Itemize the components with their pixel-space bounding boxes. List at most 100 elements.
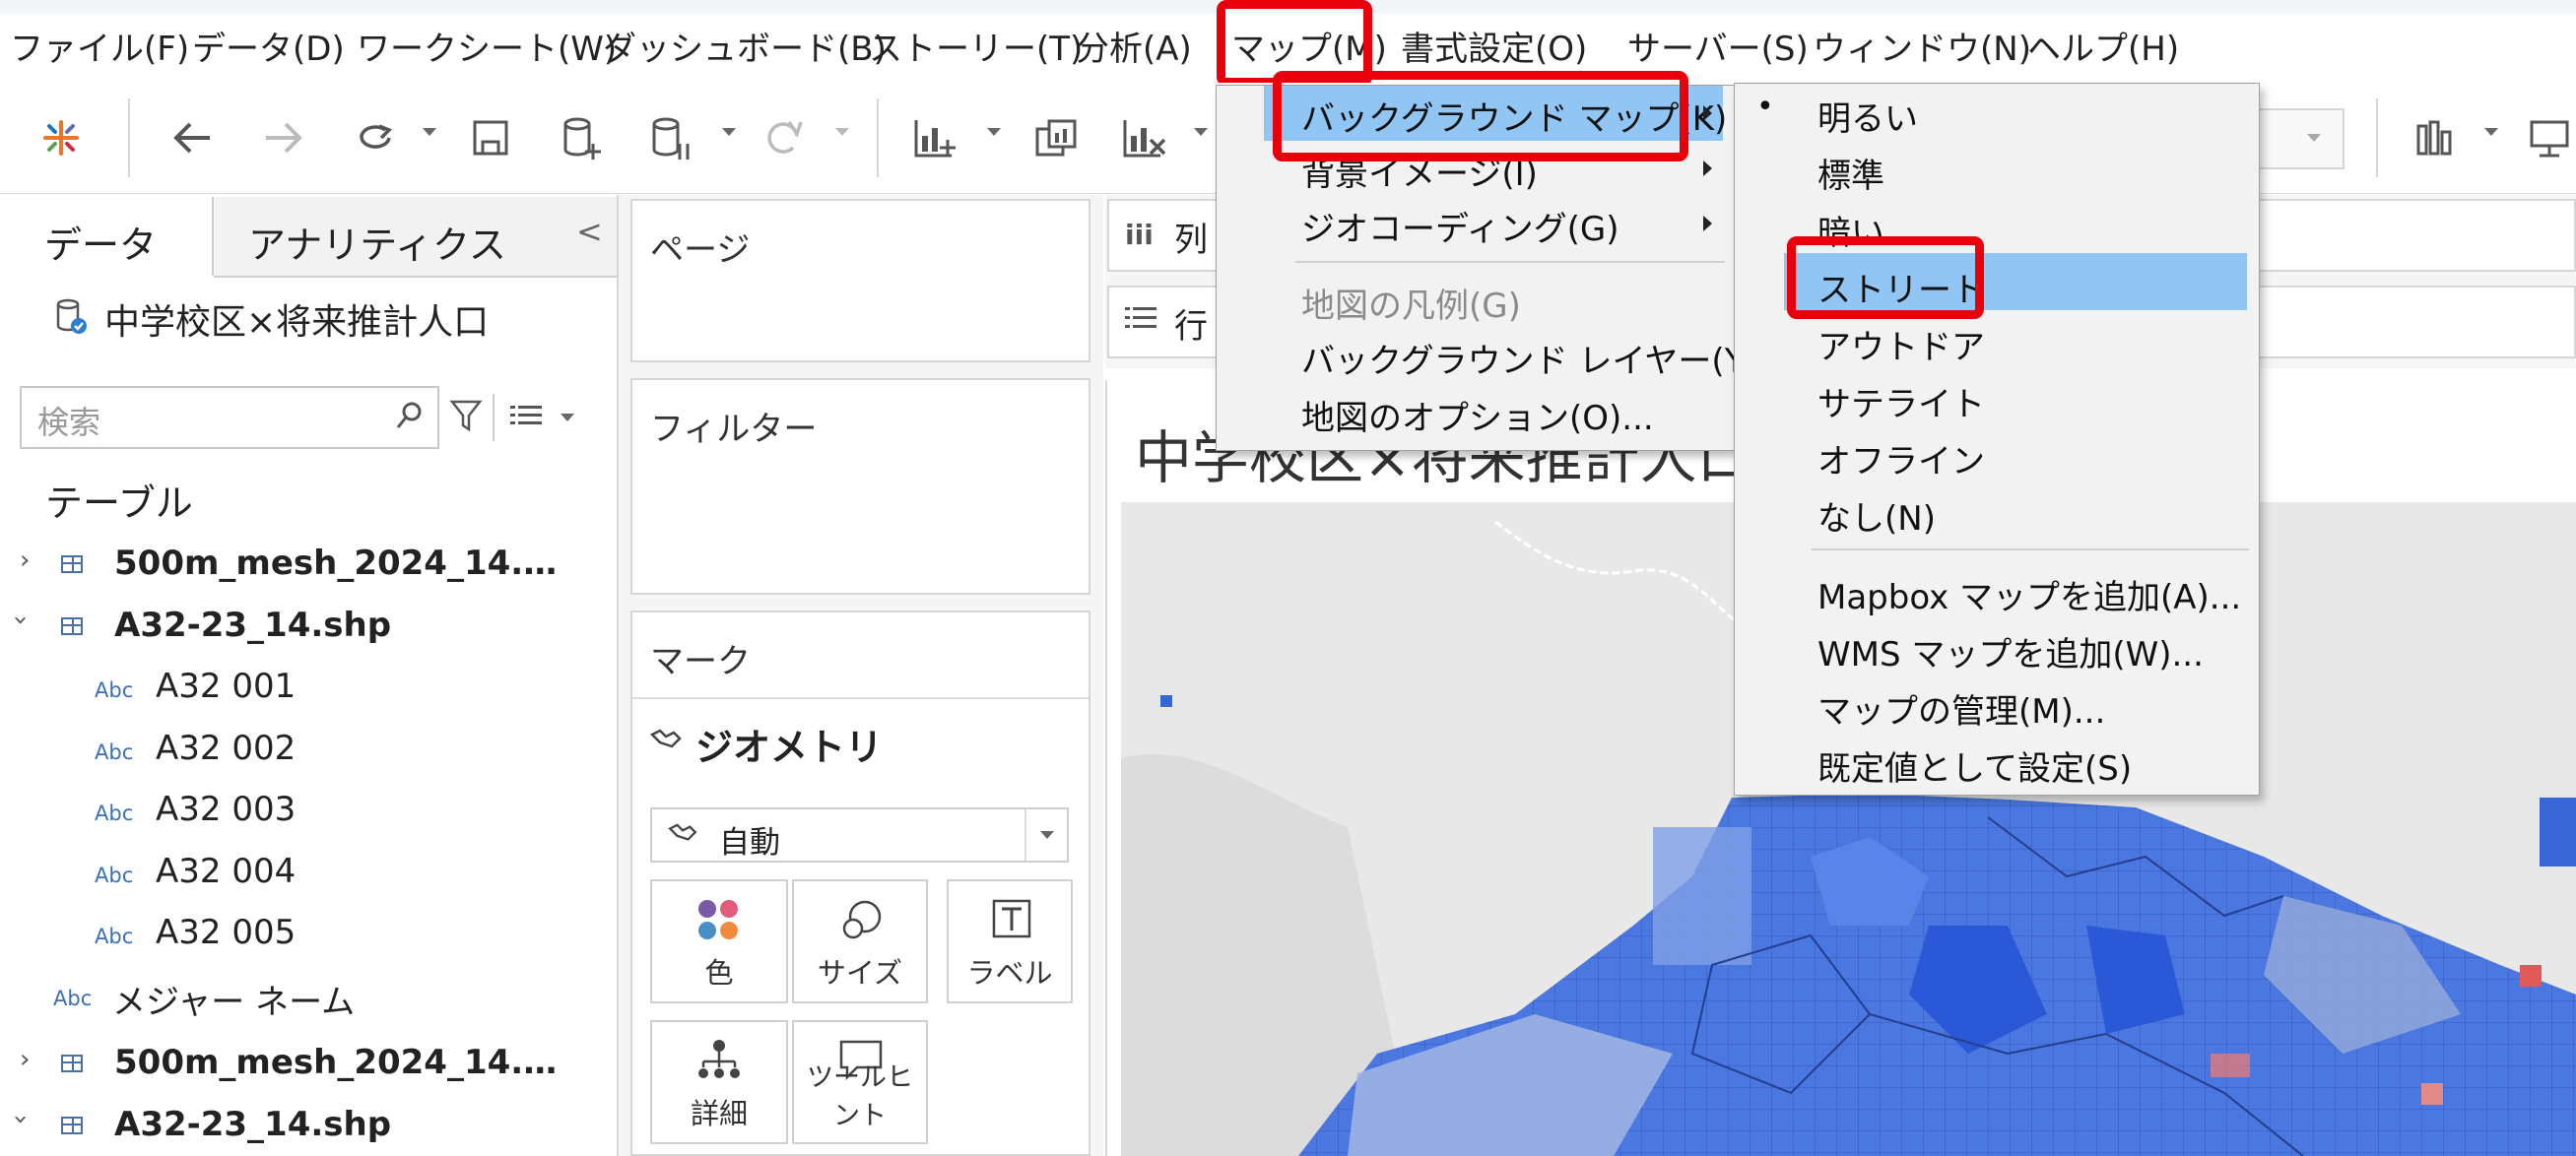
select-divider (1024, 809, 1026, 861)
string-type-icon: Abc (95, 678, 134, 702)
label-label: ラベル (966, 956, 1053, 990)
pause-auto-updates-icon[interactable] (640, 106, 699, 169)
submenu-arrow-icon (1703, 105, 1712, 121)
string-type-icon: Abc (53, 987, 93, 1010)
tree-row-field[interactable]: Abc A32 002 (0, 725, 611, 774)
menu-item-add-wms[interactable]: WMS マップを追加(W)... (1817, 627, 2204, 675)
filters-title: フィルター (650, 410, 818, 449)
menu-item-geocoding[interactable]: ジオコーディング(G) (1301, 202, 1619, 250)
clear-sheet-dropdown-icon[interactable] (1194, 128, 1208, 136)
redo-icon[interactable] (254, 106, 313, 169)
tree-row-field[interactable]: Abc A32 005 (0, 909, 611, 958)
new-datasource-icon[interactable] (552, 106, 611, 169)
string-type-icon: Abc (95, 740, 134, 764)
size-button[interactable]: サイズ (792, 879, 928, 1003)
table-icon (61, 1055, 83, 1072)
fit-select-caret-icon (2307, 134, 2321, 142)
tree-row-field[interactable]: Abc A32 004 (0, 848, 611, 897)
expand-chevron-icon[interactable]: › (20, 1045, 30, 1074)
tooltip-button[interactable]: ツールヒント (792, 1020, 928, 1144)
refresh-dropdown-icon[interactable] (835, 128, 849, 136)
field-name: A32 001 (156, 667, 297, 706)
marks-type-label: ジオメトリ (695, 726, 884, 769)
search-input[interactable]: 検索 (20, 386, 439, 449)
menu-item-manage-maps[interactable]: マップの管理(M)... (1817, 684, 2105, 733)
table-name: A32-23_14.shp (114, 1105, 392, 1144)
tree-row-table[interactable]: › 500m_mesh_2024_14.… (0, 540, 611, 589)
presentation-mode-icon[interactable] (2522, 106, 2576, 169)
tree-row-table[interactable]: › A32-23_14.shp (0, 1101, 611, 1150)
collapse-chevron-icon[interactable]: › (6, 1115, 35, 1124)
menu-analysis[interactable]: 分析(A) (1076, 14, 1192, 85)
replay-dropdown-icon[interactable] (423, 128, 436, 136)
datasource-icon (54, 296, 88, 340)
menu-story[interactable]: ストーリー(T) (869, 14, 1083, 85)
replay-icon[interactable] (345, 106, 404, 169)
mark-type-select[interactable]: 自動 (650, 807, 1069, 863)
checked-bullet-icon: • (1756, 90, 1774, 124)
view-options-icon[interactable] (510, 404, 544, 433)
geometry-icon (649, 729, 682, 756)
datasource-name[interactable]: 中学校区×将来推計人口 (104, 293, 489, 345)
duplicate-sheet-icon[interactable] (1024, 106, 1088, 169)
detail-button[interactable]: 詳細 (650, 1020, 788, 1144)
tree-row-field[interactable]: Abc A32 001 (0, 663, 611, 712)
toolbar-divider (128, 98, 130, 177)
refresh-icon[interactable] (754, 106, 813, 169)
string-type-icon: Abc (95, 864, 134, 887)
tab-data-label: データ (44, 224, 158, 267)
label-button[interactable]: ラベル (947, 879, 1073, 1003)
show-me-dropdown-icon[interactable] (2484, 128, 2498, 136)
menu-item-set-default[interactable]: 既定値として設定(S) (1817, 741, 2132, 790)
menu-item-map-options[interactable]: 地図のオプション(O)... (1301, 391, 1654, 439)
show-me-icon[interactable] (2409, 106, 2468, 169)
tab-data[interactable]: データ (0, 197, 214, 276)
menu-item-background-layers[interactable]: バックグラウンド レイヤー(Y)... (1301, 334, 1790, 382)
tooltip-label: ツールヒント (807, 1062, 913, 1131)
color-palette-icon (695, 899, 743, 946)
map-style-satellite[interactable]: サテライト (1817, 377, 1985, 425)
menu-data[interactable]: データ(D) (192, 14, 345, 85)
menu-separator (1295, 261, 1725, 263)
tableau-logo-icon[interactable] (30, 106, 93, 169)
filter-icon[interactable] (449, 398, 483, 437)
collapse-pane-icon[interactable]: < (576, 213, 603, 250)
menu-dashboard[interactable]: ダッシュボード(B) (603, 14, 887, 85)
map-style-offline[interactable]: オフライン (1817, 434, 1985, 482)
submenu-arrow-icon (1703, 216, 1712, 231)
menu-window[interactable]: ウィンドウ(N) (1813, 14, 2031, 85)
collapse-chevron-icon[interactable]: › (6, 615, 35, 625)
view-options-dropdown-icon[interactable] (561, 414, 574, 421)
menu-item-add-mapbox[interactable]: Mapbox マップを追加(A)... (1817, 570, 2241, 618)
filters-shelf[interactable]: フィルター (630, 378, 1090, 595)
tree-row-field[interactable]: Abc A32 003 (0, 786, 611, 835)
text-label-icon (990, 897, 1033, 944)
tab-analytics[interactable]: アナリティクス < (214, 197, 617, 278)
undo-icon[interactable] (163, 106, 222, 169)
map-style-light[interactable]: 明るい (1817, 92, 1918, 140)
pages-shelf[interactable]: ページ (630, 199, 1090, 362)
pause-dropdown-icon[interactable] (722, 128, 736, 136)
save-icon[interactable] (461, 106, 520, 169)
clear-sheet-icon[interactable] (1113, 106, 1178, 169)
map-style-normal[interactable]: 標準 (1817, 149, 1884, 197)
field-name: A32 002 (156, 729, 297, 768)
mark-type-value: 自動 (719, 825, 780, 861)
tree-row-table[interactable]: › 500m_mesh_2024_14.… (0, 1039, 611, 1088)
color-button[interactable]: 色 (650, 879, 788, 1003)
marks-divider (632, 697, 1089, 699)
table-name: 500m_mesh_2024_14.… (114, 544, 558, 583)
fit-select[interactable] (2246, 108, 2345, 169)
tree-row-measure-names[interactable]: Abc メジャー ネーム (0, 971, 611, 1022)
map-style-none[interactable]: なし(N) (1817, 491, 1936, 540)
tree-row-table[interactable]: › A32-23_14.shp (0, 602, 611, 651)
menu-help[interactable]: ヘルプ(H) (2027, 14, 2179, 85)
background-map-callout (1273, 71, 1688, 161)
expand-chevron-icon[interactable]: › (20, 546, 30, 575)
map-style-outdoors[interactable]: アウトドア (1817, 320, 1985, 368)
field-name: A32 004 (156, 852, 297, 891)
menu-file[interactable]: ファイル(F) (10, 14, 189, 85)
new-worksheet-icon[interactable] (904, 106, 969, 169)
new-worksheet-dropdown-icon[interactable] (987, 128, 1001, 136)
menu-worksheet[interactable]: ワークシート(W) (357, 14, 617, 85)
